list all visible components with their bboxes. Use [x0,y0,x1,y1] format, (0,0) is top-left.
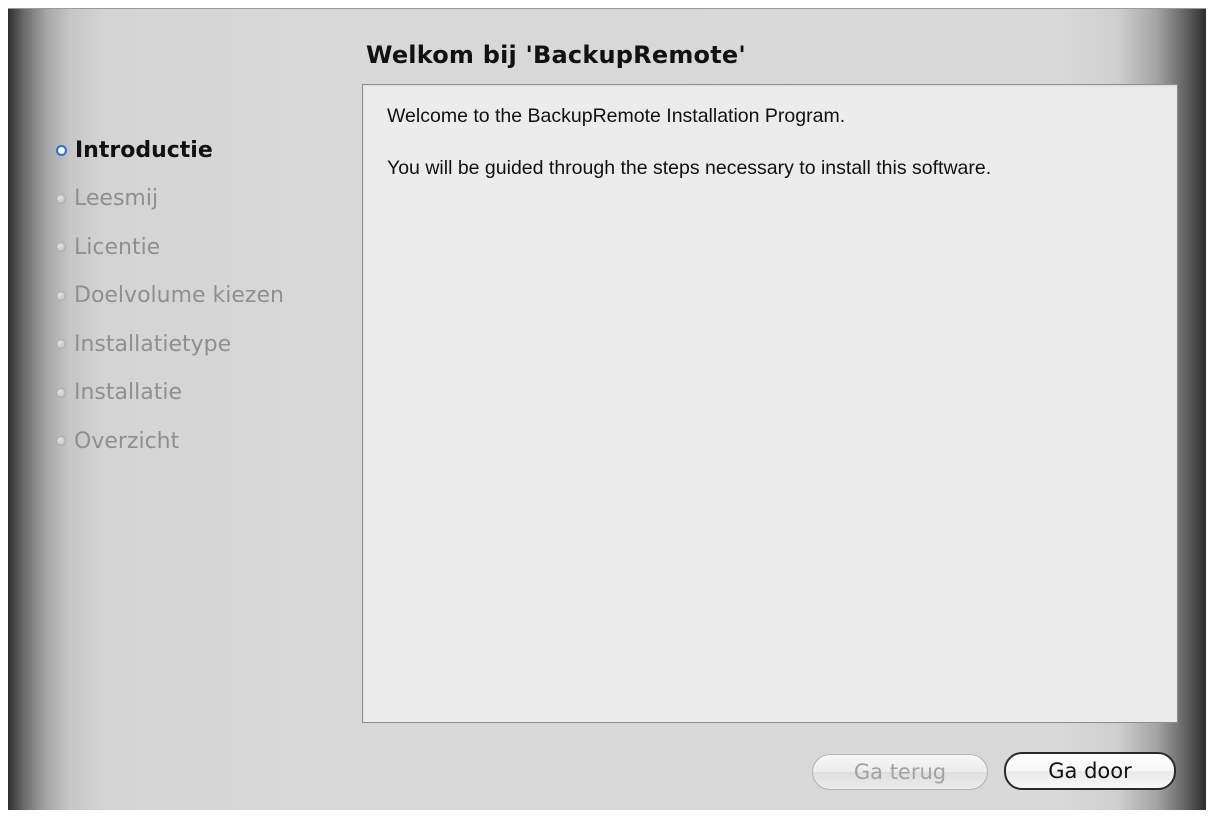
step-installatie: Installatie [56,369,284,418]
step-leesmij: Leesmij [56,175,284,224]
step-label: Doelvolume kiezen [74,283,284,309]
active-step-bullet-icon [56,144,67,156]
inactive-step-bullet-icon [56,387,66,398]
step-label: Licentie [74,234,161,260]
step-label: Introductie [75,137,213,163]
step-overzicht: Overzicht [56,417,284,466]
step-label: Installatie [74,380,182,406]
welcome-text: Welcome to the BackupRemote Installation… [387,105,846,127]
back-button[interactable]: Ga terug [812,754,988,790]
step-label: Leesmij [74,186,159,212]
installer-window: Welkom bij 'BackupRemote' Introductie Le… [8,8,1206,810]
continue-button[interactable]: Ga door [1004,752,1176,790]
step-installatietype: Installatietype [56,320,284,369]
guide-text: You will be guided through the steps nec… [387,157,992,179]
inactive-step-bullet-icon [56,339,66,350]
inactive-step-bullet-icon [56,193,66,204]
inactive-step-bullet-icon [56,242,66,253]
step-introductie: Introductie [56,126,284,175]
installer-steps: Introductie Leesmij Licentie Doelvolume … [56,126,284,466]
inactive-step-bullet-icon [56,436,66,447]
step-doelvolume-kiezen: Doelvolume kiezen [56,272,284,321]
step-label: Overzicht [74,428,180,454]
step-label: Installatietype [74,331,232,357]
step-licentie: Licentie [56,223,284,272]
page-title: Welkom bij 'BackupRemote' [366,41,746,69]
inactive-step-bullet-icon [56,290,66,301]
window-top-border [8,8,1206,9]
content-pane[interactable]: Welcome to the BackupRemote Installation… [362,84,1178,723]
